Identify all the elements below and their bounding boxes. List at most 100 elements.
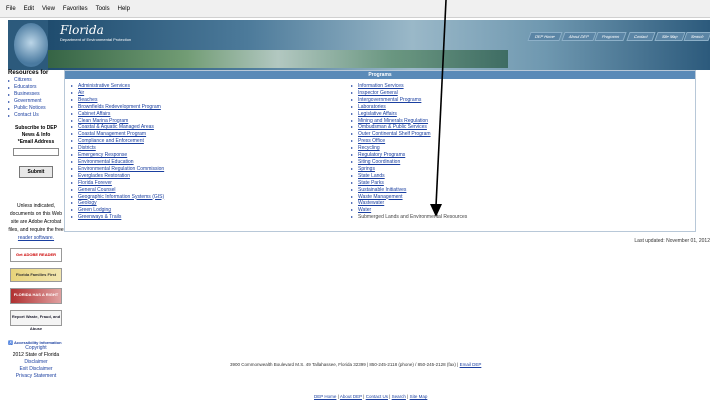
topnav-dep-home[interactable]: DEP Home [527,32,563,41]
program-coastal-management-program[interactable]: Coastal Management Program [71,131,164,138]
menu-file[interactable]: File [6,6,16,12]
copyright-text: 2012 State of Florida [12,352,60,358]
program-districts[interactable]: Districts [71,145,164,152]
program-mining-and-minerals-regulation[interactable]: Mining and Minerals Regulation [351,118,467,125]
resource-educators[interactable]: Educators [8,84,64,91]
menu-tools[interactable]: Tools [96,6,110,12]
program-air[interactable]: Air [71,90,164,97]
program-general-counsel[interactable]: General Counsel [71,187,164,194]
programs-panel: Programs Administrative ServicesAirBeach… [64,70,696,232]
acrobat-notice: Unless indicated, documents on this Web … [8,202,64,242]
program-greenways-and-trails[interactable]: Greenways & Trails [71,214,164,221]
resource-government[interactable]: Government [8,98,64,105]
program-springs[interactable]: Springs [351,166,467,173]
program-emergency-response[interactable]: Emergency Response [71,152,164,159]
email-field[interactable] [13,148,59,156]
program-coastal-and-aquatic-managed-areas[interactable]: Coastal & Aquatic Managed Areas [71,124,164,131]
program-press-office[interactable]: Press Office [351,138,467,145]
footer-link-search[interactable]: Search [392,394,406,399]
program-information-services[interactable]: Information Services [351,83,467,90]
program-compliance-and-enforcement[interactable]: Compliance and Enforcement [71,138,164,145]
program-clean-marina-program[interactable]: Clean Marina Program [71,118,164,125]
program-brownfields-redevelopment-program[interactable]: Brownfields Redevelopment Program [71,104,164,111]
program-sustainable-initiatives[interactable]: Sustainable Initiatives [351,187,467,194]
reader-software-link[interactable]: reader software. [18,235,54,241]
program-laboratories[interactable]: Laboratories [351,104,467,111]
topnav-programs[interactable]: Programs [594,32,628,41]
copyright-link[interactable]: Copyright [8,345,64,352]
menu-edit[interactable]: Edit [24,6,34,12]
programs-list-right: Information ServicesInspector GeneralInt… [351,83,467,221]
adobe-reader-banner[interactable]: Get ADOBE READER [10,248,62,262]
program-florida-forever[interactable]: Florida Forever [71,180,164,187]
program-recycling[interactable]: Recycling [351,145,467,152]
resource-citizens[interactable]: Citizens [8,77,64,84]
program-submerged-lands-and-environmental-resources[interactable]: Submerged Lands and Environmental Resour… [351,214,467,221]
logo-subtitle: Department of Environmental Protection [60,37,132,42]
menu-help[interactable]: Help [118,6,130,12]
submit-button[interactable]: Submit [19,166,53,178]
program-state-parks[interactable]: State Parks [351,180,467,187]
footer-address: 3900 Commonwealth Boulevard M.S. 49 Tall… [230,362,481,367]
program-waste-management[interactable]: Waste Management [351,194,467,201]
florida-families-first-banner[interactable]: Florida Families First [10,268,62,282]
resources-title: Resources for [8,70,49,76]
program-siting-coordination[interactable]: Siting Coordination [351,159,467,166]
program-administrative-services[interactable]: Administrative Services [71,83,164,90]
program-geology[interactable]: Geology [71,200,164,207]
menu-favorites[interactable]: Favorites [63,6,88,12]
program-environmental-education[interactable]: Environmental Education [71,159,164,166]
disclaimer-link[interactable]: Disclaimer [8,359,64,366]
exit-disclaimer-link[interactable]: Exit Disclaimer [8,366,64,373]
program-beaches[interactable]: Beaches [71,97,164,104]
program-water[interactable]: Water [351,207,467,214]
program-environmental-regulation-commission[interactable]: Environmental Regulation Commission [71,166,164,173]
program-legislative-affairs[interactable]: Legislative Affairs [351,111,467,118]
footer-link-contact-us[interactable]: Contact Us [366,394,388,399]
email-label: *Email Address [17,139,55,145]
subscribe-title: Subscribe to DEP News & Info [15,125,57,138]
program-everglades-restoration[interactable]: Everglades Restoration [71,173,164,180]
program-inspector-general[interactable]: Inspector General [351,90,467,97]
footer-link-site-map[interactable]: Site Map [410,394,428,399]
programs-list-left: Administrative ServicesAirBeachesBrownfi… [71,83,164,221]
resource-contact-us[interactable]: Contact Us [8,112,64,119]
browser-menubar: File Edit View Favorites Tools Help [0,0,710,18]
site-header: Florida Department of Environmental Prot… [8,20,710,70]
report-fraud-banner[interactable]: Report Waste, Fraud, and Abuse [10,310,62,331]
sidebar: Resources for CitizensEducatorsBusinesse… [8,70,64,406]
privacy-statement-link[interactable]: Privacy Statement [8,373,64,380]
last-updated: Last updated: November 01, 2012 [634,238,710,244]
program-green-lodging[interactable]: Green Lodging [71,207,164,214]
program-ombudsman-and-public-services[interactable]: Ombudsman & Public Services [351,124,467,131]
resource-public-notices[interactable]: Public Notices [8,105,64,112]
footer-links: DEP Home | About DEP | Contact Us | Sear… [314,394,427,399]
footer-link-about-dep[interactable]: About DEP [340,394,362,399]
program-cabinet-affairs[interactable]: Cabinet Affairs [71,111,164,118]
right-to-know-banner[interactable]: FLORIDA HAS A RIGHT TO KNOW [10,288,62,309]
program-wastewater[interactable]: Wastewater [351,200,467,207]
footer-link-dep-home[interactable]: DEP Home [314,394,336,399]
menu-view[interactable]: View [42,6,55,12]
program-state-lands[interactable]: State Lands [351,173,467,180]
logo-name: Florida [60,23,104,37]
topnav-about-dep[interactable]: About DEP [560,32,597,41]
topnav-contact[interactable]: Contact [626,32,656,41]
top-nav: DEP Home About DEP Programs Contact Site Map… [527,32,710,41]
topnav-site-map[interactable]: Site Map [653,32,685,41]
resources-list: CitizensEducatorsBusinessesGovernmentPub… [8,77,64,119]
header-photo-strip [48,50,508,68]
program-regulatory-programs[interactable]: Regulatory Programs [351,152,467,159]
programs-heading: Programs [65,71,695,79]
topnav-search[interactable]: Search [683,32,710,41]
program-geographic-information-systems-gis[interactable]: Geographic Information Systems (GIS) [71,194,164,201]
program-outer-continental-shelf-program[interactable]: Outer Continental Shelf Program [351,131,467,138]
resource-businesses[interactable]: Businesses [8,91,64,98]
address-text: 3900 Commonwealth Boulevard M.S. 49 Tall… [230,362,459,367]
legal-links: Copyright 2012 State of Florida Disclaim… [8,345,64,380]
acrobat-notice-text: Unless indicated, documents on this Web … [8,203,64,233]
accessibility-icon: ♿ [8,340,13,345]
program-intergovernmental-programs[interactable]: Intergovernmental Programs [351,97,467,104]
dep-logo-icon[interactable] [14,23,48,67]
email-dep-link[interactable]: Email DEP [460,362,482,367]
